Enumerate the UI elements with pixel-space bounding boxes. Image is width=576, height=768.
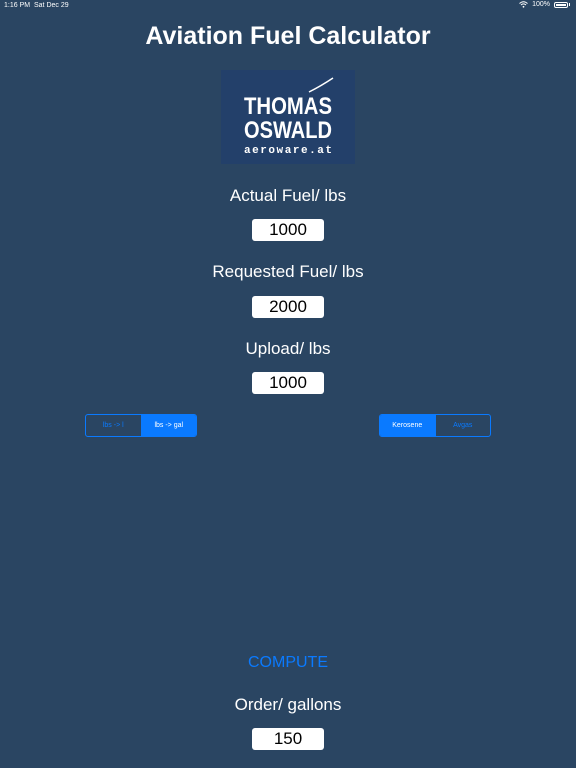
actual-fuel-label: Actual Fuel/ lbs bbox=[229, 186, 347, 205]
fuel-type-control: Kerosene Avgas bbox=[379, 414, 491, 437]
segment-lbs-to-gallons[interactable]: lbs -> gal bbox=[140, 415, 196, 436]
upload-label: Upload/ lbs bbox=[245, 339, 331, 358]
requested-fuel-input[interactable] bbox=[252, 296, 324, 318]
logo-line2: OSWALD bbox=[244, 117, 332, 144]
unit-conversion-control: lbs -> l lbs -> gal bbox=[85, 414, 197, 437]
battery-tip-icon bbox=[569, 3, 570, 6]
segment-lbs-to-liters[interactable]: lbs -> l bbox=[86, 415, 141, 436]
battery-percent: 100% bbox=[532, 1, 550, 8]
order-output[interactable] bbox=[252, 728, 324, 750]
page-title: Aviation Fuel Calculator bbox=[145, 22, 431, 50]
battery-icon bbox=[554, 1, 568, 8]
status-bar: 1:16 PM Sat Dec 29 100% bbox=[0, 0, 576, 12]
segment-avgas[interactable]: Avgas bbox=[434, 415, 491, 436]
requested-fuel-label: Requested Fuel/ lbs bbox=[212, 262, 364, 281]
segment-kerosene[interactable]: Kerosene bbox=[380, 415, 435, 436]
status-date: Sat Dec 29 bbox=[34, 2, 69, 9]
logo-line3: aeroware.at bbox=[244, 145, 332, 157]
order-label: Order/ gallons bbox=[234, 695, 342, 714]
logo-line1: THOMAS bbox=[244, 93, 332, 120]
actual-fuel-input[interactable] bbox=[252, 219, 324, 241]
status-time: 1:16 PM bbox=[4, 2, 31, 9]
compute-button[interactable]: COMPUTE bbox=[0, 654, 576, 672]
upload-input[interactable] bbox=[252, 372, 324, 394]
company-logo: THOMAS OSWALD aeroware.at bbox=[221, 70, 355, 164]
status-indicators: 100% bbox=[519, 1, 570, 8]
wifi-icon bbox=[519, 1, 528, 8]
